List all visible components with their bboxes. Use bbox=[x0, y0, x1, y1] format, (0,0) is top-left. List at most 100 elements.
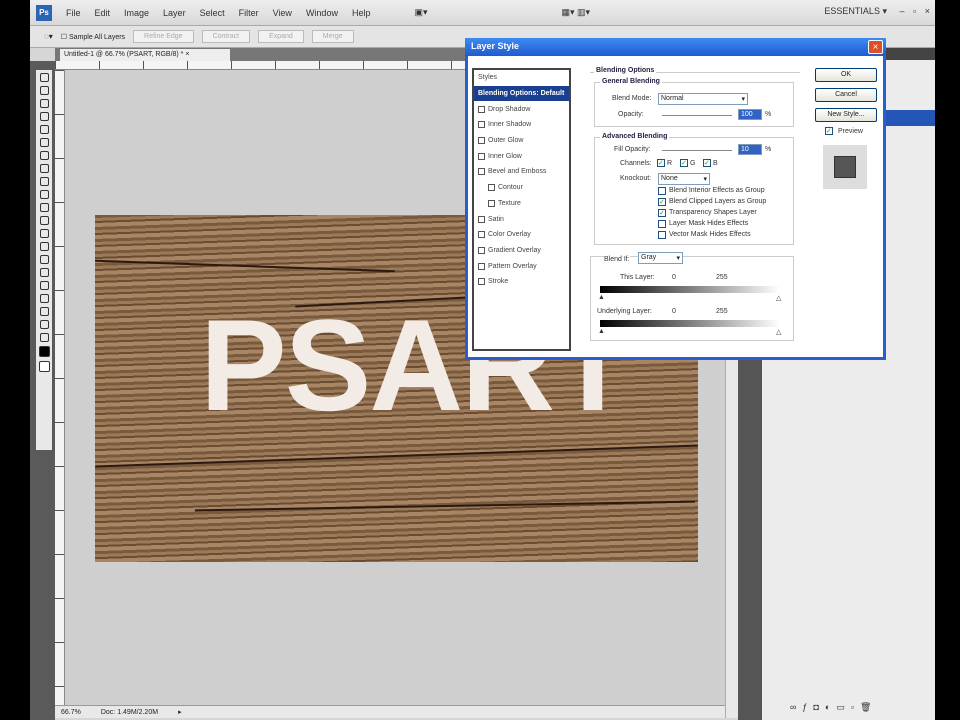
arrange-icon[interactable]: ▦▾ ▥▾ bbox=[562, 7, 591, 18]
opacity-input[interactable]: 100 bbox=[738, 109, 762, 120]
zoom-level[interactable]: 66.7% bbox=[61, 709, 81, 716]
new-layer-icon[interactable]: ▫ bbox=[851, 702, 860, 712]
style-contour[interactable]: Contour bbox=[474, 180, 569, 196]
document-tab[interactable]: Untitled-1 @ 66.7% (PSART, RGB/8) * × bbox=[60, 49, 230, 61]
style-bevel-emboss[interactable]: Bevel and Emboss bbox=[474, 164, 569, 180]
eraser-tool-icon[interactable] bbox=[39, 203, 49, 212]
menu-select[interactable]: Select bbox=[200, 8, 225, 18]
channel-b-checkbox[interactable]: ✓ bbox=[703, 159, 711, 167]
checkbox[interactable] bbox=[478, 121, 485, 129]
underlying-black-handle[interactable]: ▲ bbox=[598, 328, 605, 335]
opacity-slider[interactable] bbox=[662, 115, 732, 116]
merge-button[interactable]: Merge bbox=[311, 30, 354, 43]
checkbox[interactable] bbox=[478, 105, 485, 113]
ok-button[interactable]: OK bbox=[815, 68, 877, 82]
menu-image[interactable]: Image bbox=[124, 8, 149, 18]
knockout-select[interactable]: None ▾ bbox=[658, 173, 710, 185]
menu-file[interactable]: File bbox=[66, 8, 81, 18]
link-icon[interactable]: ∞ bbox=[790, 702, 802, 712]
shape-tool-icon[interactable] bbox=[39, 294, 49, 303]
blend-clipped-checkbox[interactable]: ✓ bbox=[658, 198, 666, 206]
fill-opacity-input[interactable]: 10 bbox=[738, 144, 762, 155]
dialog-close-icon[interactable]: × bbox=[868, 40, 883, 54]
blend-interior-checkbox[interactable] bbox=[658, 187, 666, 195]
checkbox[interactable] bbox=[478, 246, 485, 254]
menu-help[interactable]: Help bbox=[352, 8, 371, 18]
pen-tool-icon[interactable] bbox=[39, 255, 49, 264]
healing-tool-icon[interactable] bbox=[39, 151, 49, 160]
style-pattern-overlay[interactable]: Pattern Overlay bbox=[474, 258, 569, 274]
adjustment-icon[interactable]: ◐ bbox=[825, 702, 836, 712]
style-inner-shadow[interactable]: Inner Shadow bbox=[474, 117, 569, 133]
style-satin[interactable]: Satin bbox=[474, 211, 569, 227]
contract-button[interactable]: Contract bbox=[201, 30, 251, 43]
style-texture[interactable]: Texture bbox=[474, 196, 569, 212]
checkbox[interactable] bbox=[478, 231, 485, 239]
checkbox[interactable] bbox=[478, 262, 485, 270]
style-drop-shadow[interactable]: Drop Shadow bbox=[474, 101, 569, 117]
mask-icon[interactable]: ◘ bbox=[813, 702, 824, 712]
vector-mask-hides-checkbox[interactable] bbox=[658, 231, 666, 239]
transparency-shapes-checkbox[interactable]: ✓ bbox=[658, 209, 666, 217]
fx-icon[interactable]: ƒ bbox=[802, 702, 813, 712]
workspace-switcher[interactable]: ESSENTIALS ▾ – ▫ × bbox=[824, 6, 930, 17]
move-tool-icon[interactable] bbox=[39, 73, 49, 82]
expand-button[interactable]: Expand bbox=[258, 30, 304, 43]
close-button[interactable]: × bbox=[925, 6, 930, 16]
status-menu-arrow-icon[interactable]: ▸ bbox=[178, 708, 182, 716]
fill-opacity-slider[interactable] bbox=[662, 150, 732, 151]
path-selection-tool-icon[interactable] bbox=[39, 281, 49, 290]
checkbox[interactable] bbox=[478, 168, 485, 176]
blend-mode-select[interactable]: Normal ▾ bbox=[658, 93, 748, 105]
minimize-button[interactable]: – bbox=[899, 6, 904, 16]
this-layer-gradient-slider[interactable] bbox=[600, 286, 780, 293]
this-layer-white-handle[interactable]: △ bbox=[776, 294, 781, 302]
background-color-swatch[interactable] bbox=[38, 361, 50, 372]
this-layer-black-handle[interactable]: ▲ bbox=[598, 294, 605, 301]
checkbox[interactable] bbox=[488, 199, 495, 207]
menu-window[interactable]: Window bbox=[306, 8, 338, 18]
sample-all-layers-checkbox[interactable]: ☐ Sample All Layers bbox=[61, 33, 125, 41]
lasso-tool-icon[interactable] bbox=[39, 99, 49, 108]
maximize-button[interactable]: ▫ bbox=[913, 6, 916, 16]
refine-edge-button[interactable]: Refine Edge bbox=[133, 30, 194, 43]
new-style-button[interactable]: New Style... bbox=[815, 108, 877, 122]
eyedropper-tool-icon[interactable] bbox=[39, 138, 49, 147]
underlying-gradient-slider[interactable] bbox=[600, 320, 780, 327]
type-tool-icon[interactable] bbox=[39, 268, 49, 277]
group-icon[interactable]: ▭ bbox=[836, 702, 851, 712]
checkbox[interactable] bbox=[478, 215, 485, 223]
style-outer-glow[interactable]: Outer Glow bbox=[474, 133, 569, 149]
style-color-overlay[interactable]: Color Overlay bbox=[474, 227, 569, 243]
style-inner-glow[interactable]: Inner Glow bbox=[474, 148, 569, 164]
blur-tool-icon[interactable] bbox=[39, 229, 49, 238]
checkbox[interactable] bbox=[478, 152, 485, 160]
trash-icon[interactable]: 🗑 bbox=[860, 702, 877, 712]
history-brush-tool-icon[interactable] bbox=[39, 190, 49, 199]
quick-selection-tool-icon[interactable] bbox=[39, 112, 49, 121]
preview-checkbox[interactable]: ✓ bbox=[825, 127, 833, 135]
3d-tool-icon[interactable] bbox=[39, 307, 49, 316]
selected-layer-row[interactable] bbox=[885, 110, 935, 126]
foreground-color-swatch[interactable] bbox=[38, 346, 50, 357]
hand-tool-icon[interactable] bbox=[39, 320, 49, 329]
screen-mode-icon[interactable]: ▣▾ bbox=[414, 7, 427, 18]
dodge-tool-icon[interactable] bbox=[39, 242, 49, 251]
menu-view[interactable]: View bbox=[273, 8, 292, 18]
crop-tool-icon[interactable] bbox=[39, 125, 49, 134]
checkbox[interactable] bbox=[488, 184, 495, 192]
channel-r-checkbox[interactable]: ✓ bbox=[657, 159, 665, 167]
cancel-button[interactable]: Cancel bbox=[815, 88, 877, 102]
zoom-tool-icon[interactable] bbox=[39, 333, 49, 342]
menu-layer[interactable]: Layer bbox=[163, 8, 186, 18]
tab-close-icon[interactable]: × bbox=[185, 51, 189, 58]
brush-tool-icon[interactable] bbox=[39, 164, 49, 173]
menu-edit[interactable]: Edit bbox=[95, 8, 111, 18]
workspace-label[interactable]: ESSENTIALS ▾ bbox=[824, 6, 887, 16]
quick-selection-tool-icon[interactable]: ◌▾ bbox=[44, 32, 53, 41]
marquee-tool-icon[interactable] bbox=[39, 86, 49, 95]
blend-if-select[interactable]: Gray ▾ bbox=[638, 252, 683, 264]
blending-options-item[interactable]: Blending Options: Default bbox=[474, 85, 569, 102]
styles-header[interactable]: Styles bbox=[474, 70, 569, 86]
style-stroke[interactable]: Stroke bbox=[474, 274, 569, 290]
